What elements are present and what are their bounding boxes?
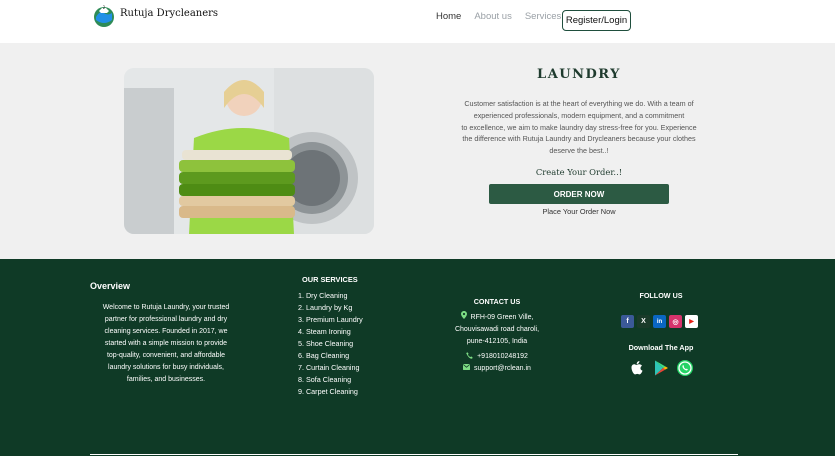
overview-text: Welcome to Rutuja Laundry, your trusted … xyxy=(90,302,242,386)
instagram-icon[interactable]: ◎ xyxy=(669,315,682,328)
download-title: Download The App xyxy=(628,343,694,352)
app-downloads xyxy=(628,359,700,377)
main-nav: Home About us Services xyxy=(436,11,574,22)
linkedin-icon[interactable]: in xyxy=(653,315,666,328)
hero-text-line: to excellence, we aim to make laundry da… xyxy=(461,122,697,132)
contact-title: CONTACT US xyxy=(473,297,521,306)
place-order-caption: Place Your Order Now xyxy=(542,207,616,216)
hero-text-line: Customer satisfaction is at the heart of… xyxy=(464,99,694,108)
overview-line: partner for professional laundry and dry xyxy=(104,316,228,323)
follow-title: FOLLOW US xyxy=(639,291,683,300)
overview-line: Welcome to Rutuja Laundry, your trusted xyxy=(102,304,230,311)
nav-about[interactable]: About us xyxy=(474,11,512,22)
overview-line: started with a simple mission to provide xyxy=(104,340,228,347)
overview-title: Overview xyxy=(90,281,131,291)
hero-laundry-image xyxy=(124,68,374,234)
whatsapp-icon[interactable] xyxy=(676,359,694,377)
order-now-button[interactable]: ORDER NOW xyxy=(489,184,669,204)
google-play-icon[interactable] xyxy=(652,359,670,377)
services-title: OUR SERVICES xyxy=(302,275,358,284)
logo-globe-icon: 2 xyxy=(92,4,116,28)
overview-line: cleaning services. Founded in 2017, we xyxy=(104,328,228,335)
service-item[interactable]: 1. Dry Cleaning xyxy=(298,290,363,302)
x-icon[interactable]: X xyxy=(637,315,650,328)
youtube-icon[interactable]: ▶ xyxy=(685,315,698,328)
brand-logo[interactable]: 2 Rutuja Drycleaners xyxy=(92,4,218,28)
overview-line: families, and businesses. xyxy=(126,376,206,383)
social-links: f X in ◎ ▶ xyxy=(621,315,701,328)
contact-email[interactable]: support@rclean.in xyxy=(432,364,562,372)
contact-address: RFH-09 Green Ville, Chouvisawadi road ch… xyxy=(432,311,562,347)
services-list: 1. Dry Cleaning 2. Laundry by Kg 3. Prem… xyxy=(298,290,363,398)
hero-title: LAUNDRY xyxy=(537,67,621,82)
service-item[interactable]: 3. Premium Laundry xyxy=(298,314,363,326)
hero-description: Customer satisfaction is at the heart of… xyxy=(447,98,711,157)
service-item[interactable]: 7. Curtain Cleaning xyxy=(298,362,363,374)
address-line-2: Chouvisawadi road charoli, xyxy=(454,325,540,333)
footer: Overview Welcome to Rutuja Laundry, your… xyxy=(0,259,835,456)
service-item[interactable]: 9. Carpet Cleaning xyxy=(298,386,363,398)
svg-text:2: 2 xyxy=(103,5,106,10)
footer-divider xyxy=(90,454,738,455)
address-line-3: pune-412105, India xyxy=(466,337,528,345)
create-order-heading: Create Your Order..! xyxy=(535,167,623,177)
phone-icon xyxy=(466,352,473,361)
header: 2 Rutuja Drycleaners Home About us Servi… xyxy=(0,0,835,43)
location-pin-icon xyxy=(460,311,467,324)
overview-line: laundry solutions for busy individuals, xyxy=(108,364,224,371)
service-item[interactable]: 2. Laundry by Kg xyxy=(298,302,363,314)
hero-text-line: the difference with Rutuja Laundry and D… xyxy=(462,134,696,144)
apple-icon[interactable] xyxy=(628,359,646,377)
hero-section: LAUNDRY Customer satisfaction is at the … xyxy=(0,43,835,259)
service-item[interactable]: 6. Bag Cleaning xyxy=(298,350,363,362)
brand-name: Rutuja Drycleaners xyxy=(120,7,219,19)
register-login-button[interactable]: Register/Login xyxy=(562,10,631,31)
overview-line: top-quality, convenient, and affordable xyxy=(106,352,226,359)
address-line-1: RFH-09 Green Ville, xyxy=(432,311,562,324)
service-item[interactable]: 5. Shoe Cleaning xyxy=(298,338,363,350)
nav-services[interactable]: Services xyxy=(525,11,561,22)
facebook-icon[interactable]: f xyxy=(621,315,634,328)
email-icon xyxy=(463,364,471,372)
hero-text-line: experienced professionals, modern equipm… xyxy=(473,110,685,120)
hero-text-line: deserve the best..! xyxy=(549,146,609,156)
service-item[interactable]: 8. Sofa Cleaning xyxy=(298,374,363,386)
nav-home[interactable]: Home xyxy=(436,11,461,22)
service-item[interactable]: 4. Steam Ironing xyxy=(298,326,363,338)
contact-phone[interactable]: +918010248192 xyxy=(432,352,562,361)
